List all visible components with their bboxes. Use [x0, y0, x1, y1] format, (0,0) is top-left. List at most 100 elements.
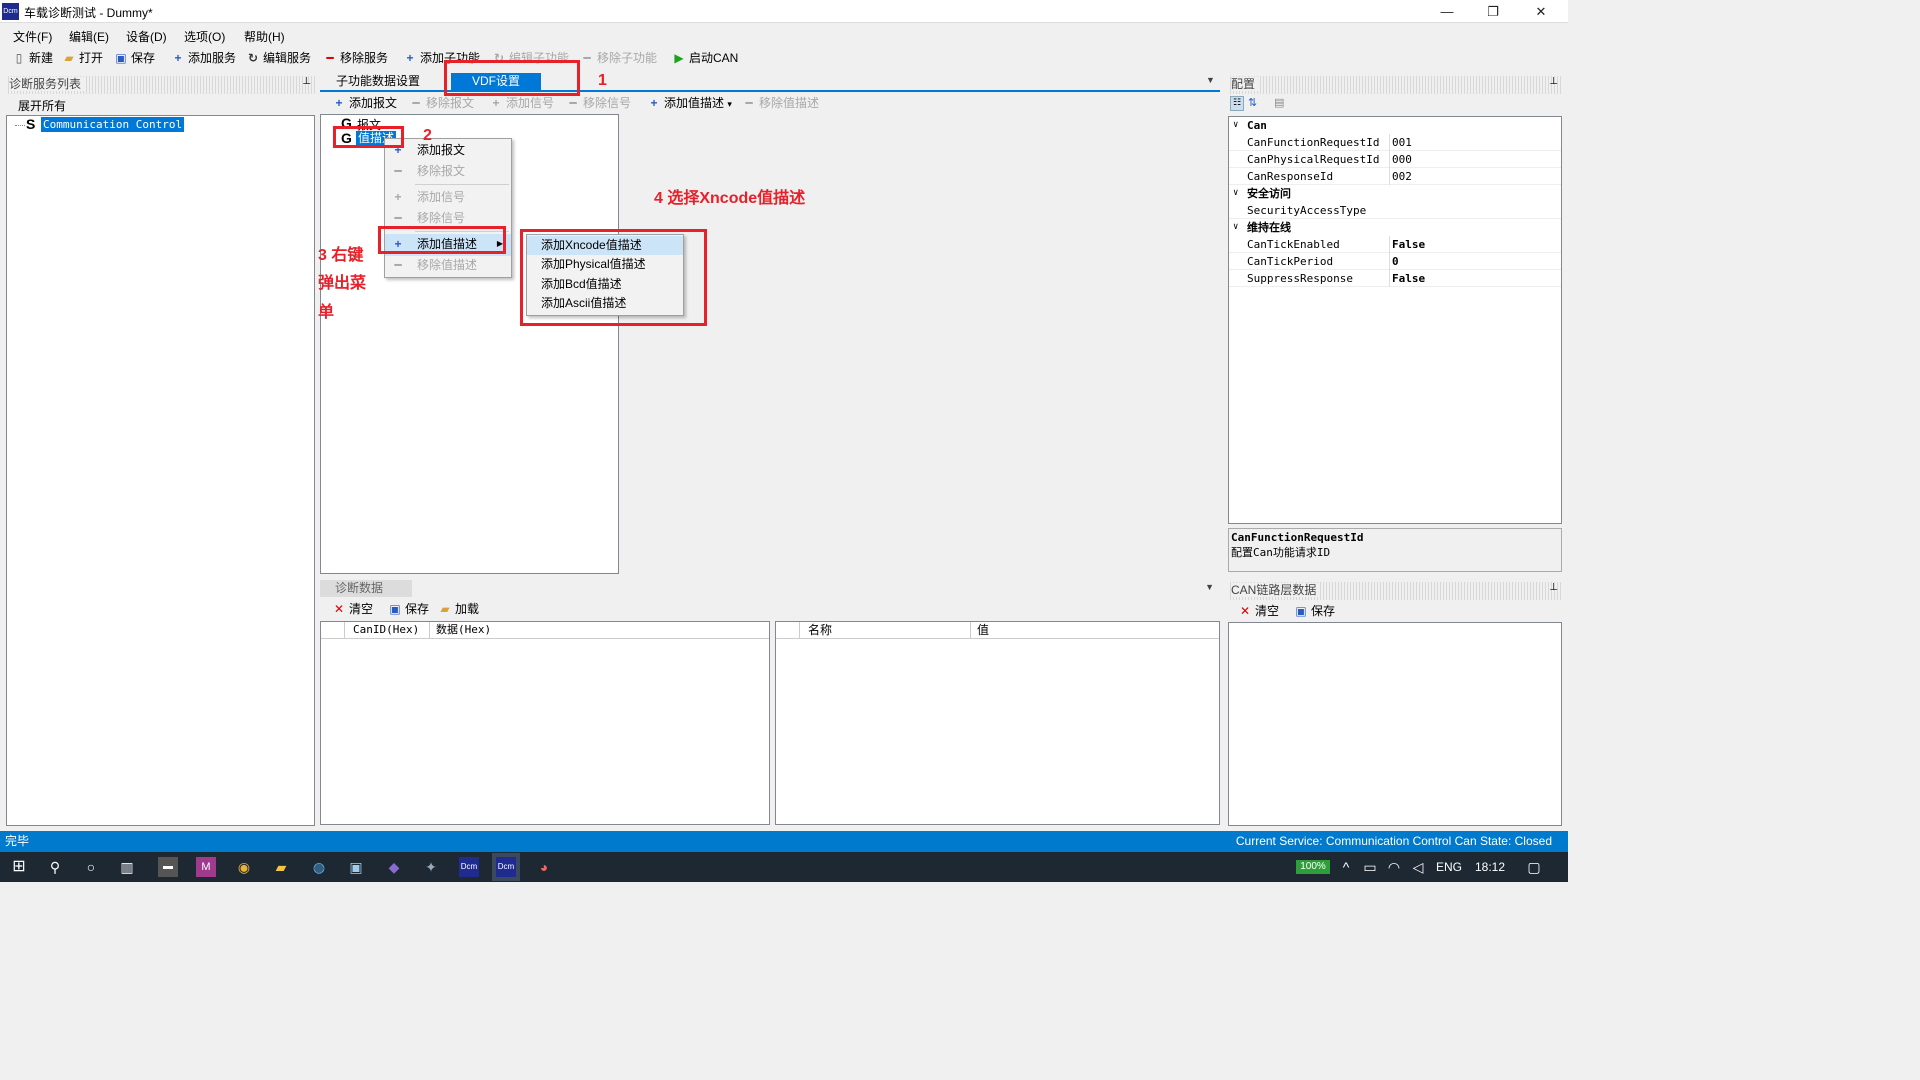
add-service-button[interactable]: + 添加服务 — [171, 50, 236, 68]
new-button[interactable]: ▯ 新建 — [12, 50, 53, 68]
volume-icon[interactable]: ◁ — [1408, 857, 1428, 877]
collapse-icon[interactable]: ∨ — [1233, 185, 1238, 202]
column-header[interactable]: 名称 — [808, 622, 832, 638]
notification-icon[interactable]: ▢ — [1524, 857, 1544, 877]
task-view-icon[interactable]: ▥ — [117, 857, 137, 877]
minus-icon: ━ — [412, 96, 420, 110]
remove-value-desc-button[interactable]: ━ 移除值描述 — [742, 95, 819, 113]
terminal-icon[interactable]: ▬ — [158, 857, 178, 877]
browser-icon[interactable]: ◍ — [309, 857, 329, 877]
menu-help[interactable]: 帮助(H) — [244, 28, 285, 45]
editor-icon[interactable]: M — [196, 857, 216, 877]
categorized-icon[interactable]: ☷ — [1230, 96, 1244, 111]
prop-row[interactable]: SuppressResponse False — [1229, 270, 1561, 287]
diag-save-button[interactable]: ▣ 保存 — [388, 601, 429, 619]
tab-dropdown-icon[interactable]: ▼ — [1205, 582, 1214, 592]
group-can[interactable]: ∨ Can — [1229, 117, 1561, 134]
property-description: CanFunctionRequestId 配置Can功能请求ID — [1228, 528, 1562, 572]
remove-message-button[interactable]: ━ 移除报文 — [409, 95, 474, 113]
chrome-icon[interactable]: ◉ — [234, 857, 254, 877]
diag-tab[interactable]: 诊断数据 — [320, 580, 412, 597]
can-data-list[interactable] — [1228, 622, 1562, 826]
can-save-button[interactable]: ▣ 保存 — [1294, 603, 1335, 621]
column-header[interactable]: 数据(Hex) — [429, 622, 491, 638]
language-indicator[interactable]: ENG — [1436, 860, 1462, 874]
prop-row[interactable]: CanTickPeriod 0 — [1229, 253, 1561, 270]
start-can-button[interactable]: ▶ 启动CAN — [672, 50, 738, 68]
can-clear-button[interactable]: ✕ 清空 — [1238, 603, 1279, 621]
annotation-label-3b: 弹出菜 — [318, 275, 367, 292]
pin-icon[interactable]: ⊥ — [302, 76, 311, 87]
save-button[interactable]: ▣ 保存 — [114, 50, 155, 68]
wifi-icon[interactable]: ◠ — [1384, 857, 1404, 877]
pin-icon[interactable]: ⊥ — [1549, 582, 1558, 593]
plus-icon: + — [174, 51, 182, 65]
clock[interactable]: 18:12 — [1475, 860, 1505, 874]
collapse-icon[interactable]: ∨ — [1233, 219, 1238, 236]
prop-row[interactable]: SecurityAccessType — [1229, 202, 1561, 219]
open-button[interactable]: ▰ 打开 — [62, 50, 103, 68]
parsed-data-table[interactable]: 名称 值 — [775, 621, 1220, 825]
row-header-cell — [321, 622, 345, 639]
remote-desktop-icon[interactable]: ▣ — [346, 857, 366, 877]
prop-row[interactable]: CanPhysicalRequestId 000 — [1229, 151, 1561, 168]
dcm-app-active-icon[interactable]: Dcm — [492, 853, 520, 881]
chevron-up-icon[interactable]: ^ — [1336, 857, 1356, 877]
remove-service-button[interactable]: ━ 移除服务 — [323, 50, 388, 68]
add-value-desc-button[interactable]: + 添加值描述 ▾ — [647, 95, 731, 113]
column-header[interactable]: CanID(Hex) — [353, 622, 419, 638]
close-button[interactable]: ✕ — [1518, 2, 1564, 22]
menu-bar: 文件(F) 编辑(E) 设备(D) 选项(O) 帮助(H) — [0, 24, 1568, 46]
restore-button[interactable]: ❐ — [1470, 2, 1516, 22]
battery-icon[interactable]: ▭ — [1360, 857, 1380, 877]
minimize-button[interactable]: — — [1424, 2, 1470, 22]
tab-dropdown-icon[interactable]: ▼ — [1206, 75, 1215, 85]
dcm-app-icon[interactable]: Dcm — [459, 857, 479, 877]
group-security-access[interactable]: ∨ 安全访问 — [1229, 185, 1561, 202]
pin-icon[interactable]: ⊥ — [1549, 76, 1558, 87]
diag-clear-button[interactable]: ✕ 清空 — [332, 601, 373, 619]
minus-icon: ━ — [326, 51, 334, 65]
property-grid[interactable]: ∨ Can CanFunctionRequestId 001 CanPhysical… — [1228, 116, 1562, 524]
remove-signal-button[interactable]: ━ 移除信号 — [566, 95, 631, 113]
prop-row[interactable]: CanResponseId 002 — [1229, 168, 1561, 185]
remove-subfunction-button[interactable]: ━ 移除子功能 — [580, 50, 657, 68]
expand-all-button[interactable]: 展开所有 — [18, 97, 66, 114]
menu-item-add-signal[interactable]: + 添加信号 — [385, 187, 511, 209]
cortana-icon[interactable]: ○ — [81, 857, 101, 877]
annotation-box-2 — [333, 126, 404, 148]
tree-item-communication-control[interactable]: Communication Control — [41, 117, 185, 132]
menu-separator — [415, 184, 509, 185]
visual-studio-icon[interactable]: ◆ — [384, 857, 404, 877]
clear-icon: ✕ — [1239, 604, 1251, 618]
diag-load-button[interactable]: ▰ 加载 — [438, 601, 479, 619]
menu-item-remove-value-desc[interactable]: ━ 移除值描述 — [385, 255, 511, 277]
tab-subfunction-data[interactable]: 子功能数据设置 — [328, 73, 428, 91]
file-explorer-icon[interactable]: ▰ — [271, 857, 291, 877]
edit-service-button[interactable]: ↻ 编辑服务 — [246, 50, 311, 68]
panel-header: CAN链路层数据 — [1228, 582, 1562, 600]
plus-icon: + — [650, 96, 658, 110]
prop-row[interactable]: CanTickEnabled False — [1229, 236, 1561, 253]
property-pages-icon[interactable]: ▤ — [1274, 96, 1284, 109]
sort-alpha-icon[interactable]: ⇅ — [1248, 96, 1257, 109]
search-icon[interactable]: ⚲ — [45, 857, 65, 877]
battery-indicator[interactable]: 100% — [1296, 860, 1330, 874]
collapse-icon[interactable]: ∨ — [1233, 117, 1238, 134]
menu-device[interactable]: 设备(D) — [126, 28, 167, 45]
tool-icon[interactable]: ✦ — [421, 857, 441, 877]
app-icon[interactable]: ◕ — [534, 857, 554, 877]
add-signal-button[interactable]: + 添加信号 — [489, 95, 554, 113]
add-message-button[interactable]: + 添加报文 — [332, 95, 397, 113]
menu-item-remove-message[interactable]: ━ 移除报文 — [385, 161, 511, 183]
group-keep-alive[interactable]: ∨ 维持在线 — [1229, 219, 1561, 236]
menu-options[interactable]: 选项(O) — [184, 28, 225, 45]
column-header[interactable]: 值 — [970, 622, 989, 638]
menu-file[interactable]: 文件(F) — [13, 28, 52, 45]
start-icon[interactable]: ⊞ — [9, 857, 29, 877]
service-list-panel: 诊断服务列表 ⊥ 展开所有 S Communication Control — [6, 76, 315, 826]
menu-edit[interactable]: 编辑(E) — [69, 28, 109, 45]
raw-data-table[interactable]: CanID(Hex) 数据(Hex) — [320, 621, 770, 825]
service-tree[interactable]: S Communication Control — [6, 115, 315, 826]
prop-row[interactable]: CanFunctionRequestId 001 — [1229, 134, 1561, 151]
